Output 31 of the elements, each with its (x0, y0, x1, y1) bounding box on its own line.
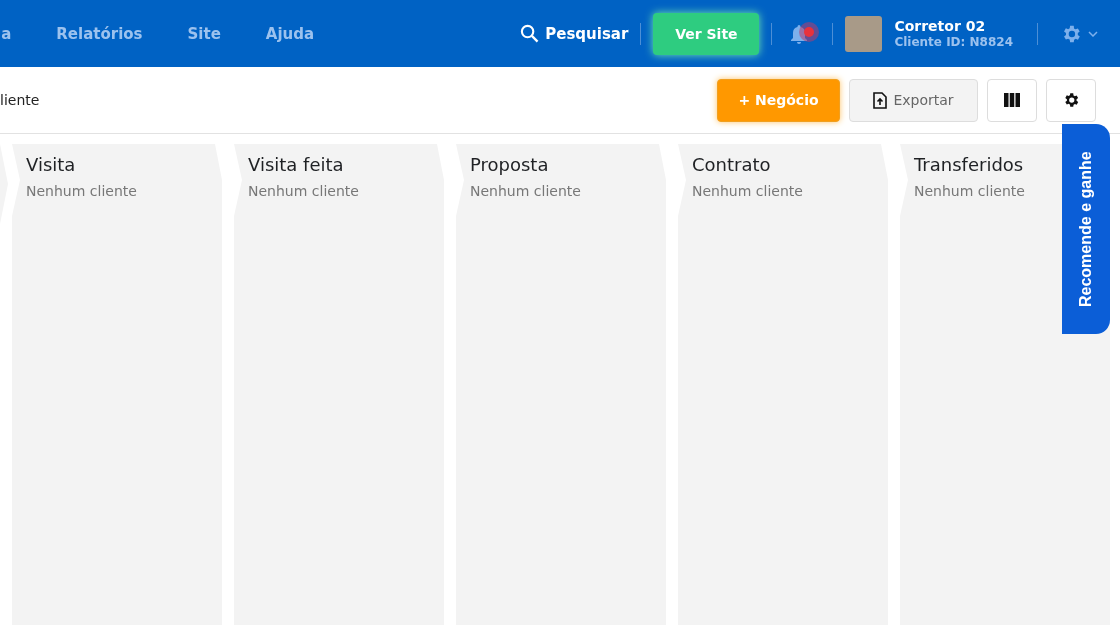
stage-title: Proposta (470, 154, 549, 175)
settings-button[interactable] (1046, 78, 1096, 122)
stage-subtitle: Nenhum cliente (470, 183, 581, 199)
notification-dot (804, 26, 815, 37)
stage-subtitle: Nenhum cliente (248, 183, 359, 199)
chevron-down-icon[interactable] (1088, 30, 1098, 37)
stage-subtitle: Nenhum cliente (26, 183, 137, 199)
avatar-photo-placeholder[interactable] (845, 15, 883, 52)
nav-link[interactable]: la (0, 24, 12, 43)
nav-link[interactable]: Site (187, 24, 221, 43)
stage-title: Visita (26, 154, 76, 175)
view-site-button[interactable]: Ver Site (653, 12, 760, 55)
columns-button[interactable] (987, 78, 1037, 122)
user-name: Corretor 02 (894, 17, 987, 34)
nav-link[interactable]: Ajuda (265, 24, 315, 43)
page-title: liente (0, 92, 40, 108)
stage-subtitle: Nenhum cliente (692, 183, 803, 199)
new-deal-button[interactable]: + Negócio (717, 78, 840, 122)
export-button[interactable]: Exportar (849, 78, 978, 122)
search-icon (520, 24, 540, 43)
stage-title: Transferidos (914, 154, 1024, 175)
bell-icon[interactable] (790, 23, 809, 44)
stage-subtitle: Nenhum cliente (914, 183, 1025, 199)
file-upload-icon (873, 91, 888, 109)
search-button[interactable]: Pesquisar (520, 24, 629, 43)
stage-title: Visita feita (248, 154, 344, 175)
columns-icon (1004, 93, 1020, 107)
nav-link[interactable]: Relatórios (56, 24, 143, 43)
stage-title: Contrato (692, 154, 771, 175)
referral-tab[interactable]: Recomende e ganhe (1062, 124, 1110, 334)
client-id: Cliente ID: N8824 (894, 33, 1013, 50)
